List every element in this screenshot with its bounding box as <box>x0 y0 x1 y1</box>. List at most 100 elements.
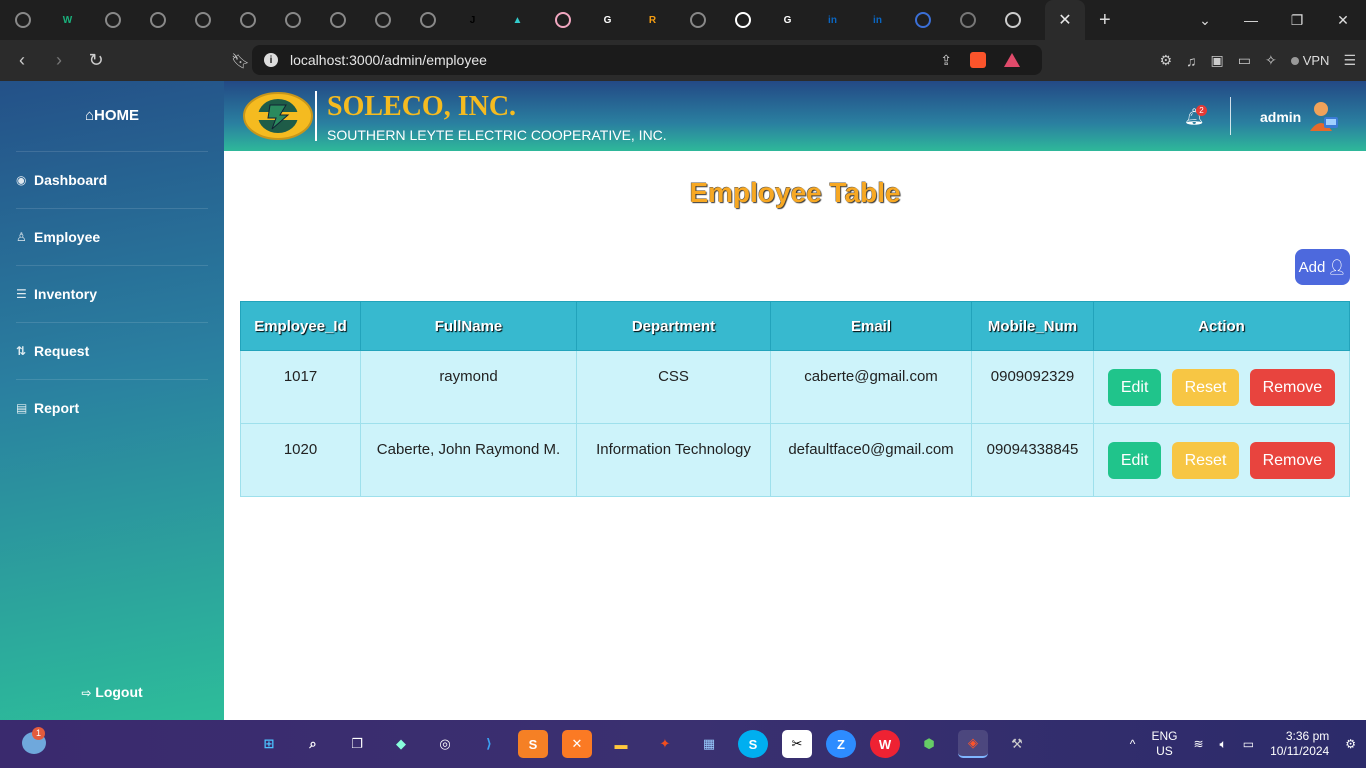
sidebar-item-label: Inventory <box>34 286 98 302</box>
new-tab-icon[interactable]: + <box>1099 9 1111 32</box>
media-icon[interactable]: ♫ <box>1186 53 1197 69</box>
browser-tab[interactable] <box>270 0 315 40</box>
bookmark-icon[interactable]: 🔖︎ <box>231 52 250 70</box>
browser-tab[interactable]: in <box>810 0 855 40</box>
node-icon[interactable]: ⬢ <box>914 730 944 758</box>
browser-tab[interactable] <box>675 0 720 40</box>
xampp-icon[interactable]: ✕ <box>562 730 592 758</box>
browser-tab[interactable]: W <box>45 0 90 40</box>
browser-tab[interactable]: ▲ <box>495 0 540 40</box>
menu-icon[interactable]: ☰ <box>1343 52 1356 69</box>
wifi-icon[interactable]: ≋ <box>1193 737 1203 751</box>
language-indicator[interactable]: ENG US <box>1151 729 1177 759</box>
browser-tab[interactable] <box>225 0 270 40</box>
figma-icon[interactable]: ✦ <box>650 730 680 758</box>
capcut-icon[interactable]: ✂ <box>782 730 812 758</box>
restore-icon[interactable]: ❐ <box>1274 12 1320 29</box>
globe-icon <box>419 12 436 28</box>
browser-tab[interactable] <box>0 0 45 40</box>
extensions-icon[interactable]: ⚙ <box>1159 52 1172 69</box>
back-icon[interactable]: ‹ <box>7 50 37 71</box>
home-link[interactable]: ⌂HOME <box>0 107 224 124</box>
browser-tab[interactable] <box>405 0 450 40</box>
task-view-icon[interactable]: ❐ <box>342 730 372 758</box>
volume-icon[interactable]: 🔈︎ <box>1220 737 1227 752</box>
close-window-icon[interactable]: ✕ <box>1320 12 1366 29</box>
browser-tab[interactable]: G <box>585 0 630 40</box>
edit-button[interactable]: Edit <box>1107 368 1162 406</box>
reset-button[interactable]: Reset <box>1171 441 1240 479</box>
start-icon[interactable]: ⊞ <box>254 730 284 758</box>
sidebar-item-dashboard[interactable]: ◉ Dashboard <box>16 151 208 208</box>
logout-link[interactable]: ⇨ Logout <box>0 684 224 700</box>
sidebar-toggle-icon[interactable]: ▣ <box>1211 52 1224 69</box>
minimize-icon[interactable]: — <box>1228 12 1274 28</box>
google-icon: G <box>603 14 612 26</box>
app-icon[interactable]: ▦ <box>694 730 724 758</box>
share-icon[interactable]: ⇪ <box>940 52 952 69</box>
site-info-icon[interactable]: i <box>264 53 278 67</box>
page-title: Employee Table <box>689 177 901 208</box>
skype-icon[interactable]: S <box>738 730 768 758</box>
browser-tab[interactable] <box>180 0 225 40</box>
sidebar-item-report[interactable]: ▤ Report <box>16 379 208 436</box>
sidebar-item-employee[interactable]: ♙ Employee <box>16 208 208 265</box>
browser-tab[interactable] <box>990 0 1035 40</box>
browser-tab[interactable]: G <box>765 0 810 40</box>
cell-email: defaultface0@gmail.com <box>770 423 972 497</box>
tools-icon[interactable]: ⚒ <box>1002 730 1032 758</box>
vscode-icon[interactable]: ⟩ <box>474 730 504 758</box>
close-tab-icon[interactable]: ✕ <box>1058 10 1071 30</box>
sidebar-item-inventory[interactable]: ☰ Inventory <box>16 265 208 322</box>
avatar-icon <box>554 12 571 28</box>
logout-icon: ⇨ <box>81 686 92 700</box>
add-employee-button[interactable]: Add 👤︎ <box>1295 249 1350 285</box>
clock[interactable]: 3:36 pm 10/11/2024 <box>1270 729 1329 759</box>
url-field[interactable]: i localhost:3000/admin/employee ⇪ <box>252 45 1042 75</box>
active-tab[interactable]: ✕ <box>1045 0 1085 40</box>
wps-icon[interactable]: W <box>870 730 900 758</box>
linkedin-icon: in <box>828 14 837 26</box>
notification-center-icon[interactable]: ⚙ <box>1345 737 1356 751</box>
brave-rewards-icon[interactable] <box>1004 53 1020 67</box>
tab-search-icon[interactable]: ⌄ <box>1182 12 1228 29</box>
sublime-icon[interactable]: S <box>518 730 548 758</box>
sidebar-item-request[interactable]: ⇅ Request <box>16 322 208 379</box>
browser-tab[interactable] <box>540 0 585 40</box>
search-icon[interactable]: ⌕ <box>298 730 328 758</box>
zoom-icon[interactable]: Z <box>826 730 856 758</box>
vpn-status-icon <box>1290 56 1299 65</box>
browser-tab[interactable]: J <box>450 0 495 40</box>
browser-tab[interactable] <box>315 0 360 40</box>
tray-overflow-icon[interactable]: ^ <box>1130 737 1136 751</box>
reload-icon[interactable]: ↻ <box>81 50 111 71</box>
url-text[interactable]: localhost:3000/admin/employee <box>290 52 487 68</box>
brave-taskbar-icon[interactable]: ◈ <box>958 730 988 758</box>
steam-icon[interactable]: ◎ <box>430 730 460 758</box>
add-label: Add <box>1298 258 1326 276</box>
browser-tab[interactable]: R <box>630 0 675 40</box>
forward-icon[interactable]: › <box>44 50 74 71</box>
vpn-button[interactable]: VPN <box>1290 53 1329 68</box>
wallet-icon[interactable]: ▭ <box>1238 52 1251 69</box>
leo-ai-icon[interactable]: ✧ <box>1265 52 1277 69</box>
edit-button[interactable]: Edit <box>1107 441 1162 479</box>
browser-tab[interactable] <box>135 0 180 40</box>
copilot-icon[interactable]: ◆ <box>386 730 416 758</box>
reset-button[interactable]: Reset <box>1171 368 1240 406</box>
browser-tab[interactable] <box>90 0 135 40</box>
browser-tab[interactable] <box>900 0 945 40</box>
github-icon <box>734 12 751 28</box>
browser-tab[interactable] <box>360 0 405 40</box>
remove-button[interactable]: Remove <box>1249 441 1336 479</box>
browser-tab[interactable] <box>945 0 990 40</box>
file-explorer-icon[interactable]: ▬ <box>606 730 636 758</box>
browser-tab[interactable] <box>720 0 765 40</box>
browser-tab[interactable]: in <box>855 0 900 40</box>
username-label[interactable]: admin <box>1260 109 1301 125</box>
admin-avatar-icon[interactable] <box>1306 99 1340 133</box>
battery-icon[interactable]: ▭ <box>1243 737 1254 751</box>
remove-button[interactable]: Remove <box>1249 368 1336 406</box>
brave-shields-icon[interactable] <box>970 52 986 68</box>
home-label: HOME <box>94 107 140 124</box>
